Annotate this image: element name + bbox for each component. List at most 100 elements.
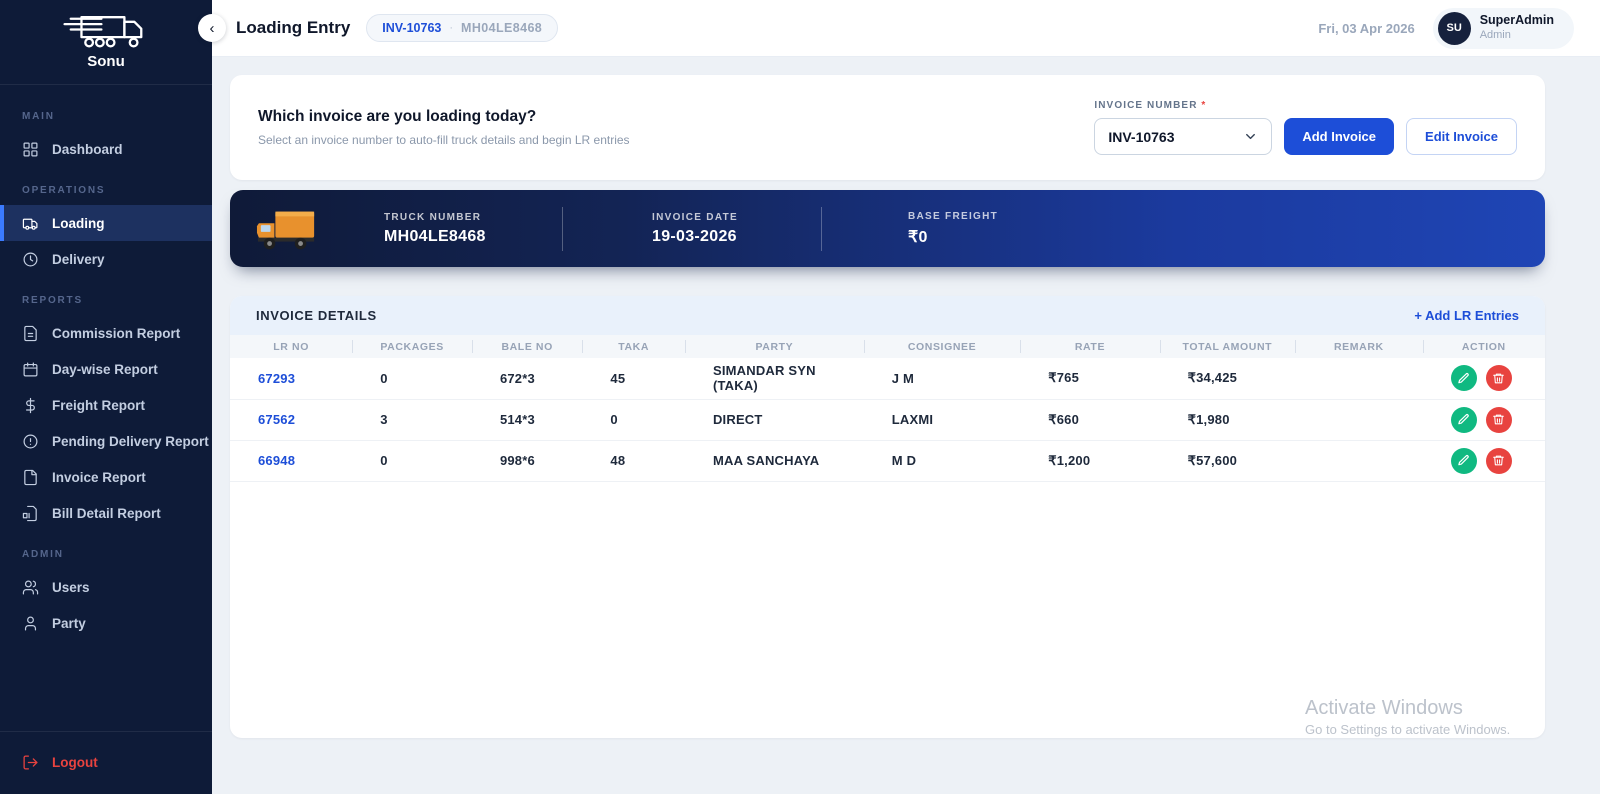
logout-label: Logout bbox=[52, 754, 98, 770]
banner-field-invoice-date: INVOICE DATE 19-03-2026 bbox=[563, 212, 821, 246]
edit-row-button[interactable] bbox=[1450, 365, 1477, 392]
user-menu[interactable]: SU SuperAdmin Admin bbox=[1432, 7, 1574, 49]
delete-row-button[interactable] bbox=[1485, 447, 1512, 474]
banner-field-value: 19-03-2026 bbox=[652, 227, 737, 245]
col-header-taka: TAKA bbox=[582, 335, 685, 358]
users-icon bbox=[22, 580, 39, 594]
sidebar-item-bill-detail-report[interactable]: Bill Detail Report bbox=[0, 495, 212, 531]
table-header-row: LR NO PACKAGES BALE NO TAKA PARTY CONSIG… bbox=[230, 335, 1545, 358]
sidebar-item-freight-report[interactable]: Freight Report bbox=[0, 387, 212, 423]
trash-icon bbox=[1493, 373, 1505, 384]
cell-party: SIMANDAR SYN (TAKA) bbox=[684, 358, 864, 400]
sidebar-item-daywise-report[interactable]: Day-wise Report bbox=[0, 351, 212, 387]
truck-logo-icon bbox=[63, 16, 143, 48]
lr-no-link[interactable]: 67562 bbox=[258, 412, 295, 427]
cell-total-amount: ₹34,425 bbox=[1159, 358, 1296, 400]
invoice-number-label-text: INVOICE NUMBER bbox=[1094, 100, 1198, 111]
current-date: Fri, 03 Apr 2026 bbox=[1318, 20, 1415, 36]
dollar-icon bbox=[26, 397, 35, 413]
sidebar-item-label: Invoice Report bbox=[52, 469, 146, 485]
badge-separator-dot: · bbox=[449, 22, 454, 34]
invoice-number-select[interactable]: INV-10763 bbox=[1094, 118, 1273, 155]
col-header-consignee: CONSIGNEE bbox=[863, 335, 1021, 358]
cell-packages: 3 bbox=[352, 399, 472, 441]
lr-no-link[interactable]: 66948 bbox=[258, 453, 295, 468]
sidebar-item-label: Bill Detail Report bbox=[52, 505, 161, 521]
cell-bale-no: 514*3 bbox=[471, 399, 583, 441]
edit-invoice-button[interactable]: Edit Invoice bbox=[1406, 118, 1517, 155]
col-header-bale-no: BALE NO bbox=[471, 335, 583, 358]
invoice-details-title: INVOICE DETAILS bbox=[256, 308, 377, 323]
cell-consignee: J M bbox=[863, 358, 1021, 400]
delete-row-button[interactable] bbox=[1485, 406, 1512, 433]
sidebar: Sonu MAIN Dashboard OPERATIONS Loading D… bbox=[0, 0, 212, 794]
cell-action bbox=[1422, 440, 1545, 482]
cell-remark bbox=[1295, 358, 1423, 400]
sidebar-item-delivery[interactable]: Delivery bbox=[0, 241, 212, 277]
edit-row-button[interactable] bbox=[1450, 447, 1477, 474]
sidebar-item-label: Dashboard bbox=[52, 141, 123, 157]
sidebar-item-dashboard[interactable]: Dashboard bbox=[0, 131, 212, 167]
invoice-truck-badge: INV-10763 · MH04LE8468 bbox=[366, 14, 559, 42]
add-invoice-button[interactable]: Add Invoice bbox=[1284, 118, 1395, 155]
invoice-number-label: INVOICE NUMBER * bbox=[1094, 100, 1517, 111]
app-root: Sonu MAIN Dashboard OPERATIONS Loading D… bbox=[0, 0, 1600, 794]
sidebar-item-party[interactable]: Party bbox=[0, 605, 212, 641]
page-title: Loading Entry bbox=[236, 18, 351, 37]
collapse-icon: ‹ bbox=[209, 19, 215, 37]
invoice-selector-text: Which invoice are you loading today? Sel… bbox=[258, 108, 630, 147]
user-icon bbox=[24, 616, 37, 630]
cell-total-amount: ₹57,600 bbox=[1159, 440, 1296, 482]
sidebar-item-loading[interactable]: Loading bbox=[0, 205, 212, 241]
sidebar-item-label: Loading bbox=[52, 215, 105, 231]
sidebar-item-label: Day-wise Report bbox=[52, 361, 158, 377]
cell-rate: ₹765 bbox=[1020, 358, 1160, 400]
cell-remark bbox=[1295, 440, 1423, 482]
invoice-question-subheading: Select an invoice number to auto-fill tr… bbox=[258, 133, 630, 147]
cell-bale-no: 998*6 bbox=[471, 440, 583, 482]
col-header-party: PARTY bbox=[684, 335, 864, 358]
pencil-icon bbox=[1458, 372, 1469, 384]
brand-name: Sonu bbox=[87, 53, 125, 70]
cell-consignee: LAXMI bbox=[863, 399, 1021, 441]
cell-total-amount: ₹1,980 bbox=[1159, 399, 1296, 441]
topbar-right: Fri, 03 Apr 2026 SU SuperAdmin Admin bbox=[1318, 7, 1574, 49]
sidebar-item-label: Commission Report bbox=[52, 325, 181, 341]
sidebar-item-label: Party bbox=[52, 615, 86, 631]
table-row: 67562 3 514*3 0 DIRECT LAXMI ₹660 ₹1,980 bbox=[230, 399, 1545, 441]
sidebar-collapse-button[interactable]: ‹ bbox=[198, 14, 226, 42]
add-lr-entries-link[interactable]: + Add LR Entries bbox=[1414, 308, 1519, 323]
sidebar-item-invoice-report[interactable]: Invoice Report bbox=[0, 459, 212, 495]
cell-lr-no: 66948 bbox=[230, 440, 353, 482]
sidebar-item-users[interactable]: Users bbox=[0, 569, 212, 605]
cell-party: DIRECT bbox=[684, 399, 864, 441]
cell-party: MAA SANCHAYA bbox=[684, 440, 864, 482]
main-area: ‹ Loading Entry INV-10763 · MH04LE8468 F… bbox=[198, 0, 1600, 794]
sidebar-item-commission-report[interactable]: Commission Report bbox=[0, 315, 212, 351]
cell-remark bbox=[1295, 399, 1423, 441]
truck-summary-banner: TRUCK NUMBER MH04LE8468 INVOICE DATE 19-… bbox=[230, 190, 1545, 267]
lr-no-link[interactable]: 67293 bbox=[258, 371, 295, 386]
invoice-details-table: LR NO PACKAGES BALE NO TAKA PARTY CONSIG… bbox=[230, 335, 1545, 482]
sidebar-item-pending-delivery-report[interactable]: Pending Delivery Report bbox=[0, 423, 212, 459]
user-name: SuperAdmin bbox=[1479, 13, 1554, 28]
table-row: 66948 0 998*6 48 MAA SANCHAYA M D ₹1,200… bbox=[230, 440, 1545, 482]
section-label-reports: REPORTS bbox=[22, 295, 83, 306]
table-row: 67293 0 672*3 45 SIMANDAR SYN (TAKA) J M… bbox=[230, 358, 1545, 400]
delete-row-button[interactable] bbox=[1485, 365, 1512, 392]
edit-row-button[interactable] bbox=[1450, 406, 1477, 433]
cell-bale-no: 672*3 bbox=[471, 358, 583, 400]
col-header-total-amount: TOTAL AMOUNT bbox=[1159, 335, 1296, 358]
logout-button[interactable]: Logout bbox=[0, 744, 212, 780]
badge-invoice-number: INV-10763 bbox=[382, 21, 442, 35]
col-header-remark: REMARK bbox=[1295, 335, 1423, 358]
col-header-packages: PACKAGES bbox=[352, 335, 472, 358]
clock-alert-icon bbox=[23, 434, 38, 448]
cell-action bbox=[1422, 399, 1545, 441]
section-label-operations: OPERATIONS bbox=[22, 185, 106, 196]
clock-icon bbox=[23, 252, 38, 266]
content: Which invoice are you loading today? Sel… bbox=[212, 57, 1600, 794]
section-label-main: MAIN bbox=[22, 111, 55, 122]
sidebar-item-label: Pending Delivery Report bbox=[52, 433, 209, 449]
invoice-controls-row: INV-10763 Add Invoice Edit Invoice bbox=[1094, 118, 1517, 155]
